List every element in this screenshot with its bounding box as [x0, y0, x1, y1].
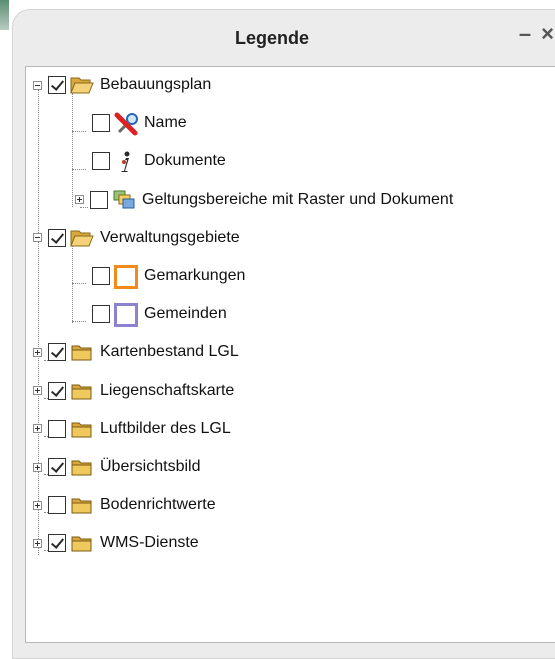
layer-checkbox[interactable]	[92, 114, 110, 133]
layer-checkbox[interactable]	[48, 458, 66, 476]
tree-node-geltungsbereiche[interactable]: Geltungsbereiche mit Raster und Dokument	[75, 188, 453, 212]
expand-toggle-icon[interactable]	[33, 500, 42, 510]
tree-node-label[interactable]: Kartenbestand LGL	[100, 343, 239, 361]
expand-toggle-icon[interactable]	[33, 347, 42, 357]
collapse-toggle-icon[interactable]	[33, 80, 42, 90]
tree-node-label[interactable]: Name	[144, 114, 187, 132]
minimize-icon[interactable]: –	[519, 23, 531, 45]
layer-checkbox[interactable]	[92, 152, 110, 171]
expand-toggle-icon[interactable]	[33, 538, 42, 548]
tree-node-luftbilder[interactable]: Luftbilder des LGL	[33, 417, 231, 441]
tree-node-gemarkungen[interactable]: Gemarkungen	[67, 264, 245, 289]
left-edge-strip	[0, 0, 12, 647]
folder-icon	[70, 418, 94, 440]
expand-toggle-icon[interactable]	[33, 424, 42, 434]
legend-tree: Bebauungsplan Name Dokumente Geltungsbereic…	[25, 66, 555, 643]
folder-icon	[70, 380, 94, 402]
window-controls: – ×	[519, 23, 554, 45]
tree-connector	[38, 85, 39, 555]
layer-checkbox[interactable]	[48, 76, 66, 94]
tree-node-bodenrichtwerte[interactable]: Bodenrichtwerte	[33, 493, 216, 517]
tree-node-label[interactable]: Dokumente	[144, 152, 226, 170]
panel-title: Legende	[234, 27, 309, 48]
tree-node-label[interactable]: Gemeinden	[144, 305, 227, 323]
folder-icon	[70, 456, 94, 478]
folder-icon	[70, 532, 94, 554]
layer-checkbox[interactable]	[48, 496, 66, 515]
tree-node-label[interactable]: Bodenrichtwerte	[100, 496, 216, 514]
tree-node-wms-dienste[interactable]: WMS-Dienste	[33, 531, 199, 555]
layer-checkbox[interactable]	[48, 343, 66, 362]
layer-checkbox[interactable]	[48, 228, 66, 247]
panel-header[interactable]: Legende – ×	[13, 10, 555, 66]
info-icon	[114, 150, 138, 173]
layer-checkbox[interactable]	[48, 381, 66, 400]
pin-search-icon	[114, 112, 138, 136]
tree-node-verwaltungsgebiete[interactable]: Verwaltungsgebiete	[33, 226, 240, 250]
tree-node-liegenschaftskarte[interactable]: Liegenschaftskarte	[33, 379, 234, 403]
collapse-toggle-icon[interactable]	[33, 233, 42, 243]
tree-node-uebersichtsbild[interactable]: Übersichtsbild	[33, 455, 200, 479]
tree-node-kartenbestand[interactable]: Kartenbestand LGL	[33, 340, 239, 364]
layer-checkbox[interactable]	[92, 267, 110, 285]
tree-node-label[interactable]: WMS-Dienste	[100, 534, 199, 552]
tree-node-label[interactable]: Liegenschaftskarte	[100, 382, 234, 400]
layer-checkbox[interactable]	[90, 190, 108, 209]
tree-node-label[interactable]: Luftbilder des LGL	[100, 420, 231, 438]
expand-toggle-icon[interactable]	[75, 195, 84, 205]
tree-node-label[interactable]: Gemarkungen	[144, 267, 245, 285]
folder-icon	[70, 494, 94, 516]
tree-node-name[interactable]: Name	[67, 111, 187, 136]
layer-checkbox[interactable]	[48, 534, 66, 553]
legend-panel: Legende – × Bebauungsplan Name Dokumente Ge…	[12, 9, 555, 659]
purple-square-icon	[114, 303, 138, 328]
tree-node-label[interactable]: Verwaltungsgebiete	[100, 229, 240, 247]
layer-checkbox[interactable]	[92, 305, 110, 324]
background-corner	[0, 0, 9, 30]
expand-toggle-icon[interactable]	[33, 386, 42, 396]
folder-icon	[70, 341, 94, 363]
folder-open-icon	[70, 227, 94, 249]
layer-checkbox[interactable]	[48, 419, 66, 438]
tree-node-label[interactable]: Geltungsbereiche mit Raster und Dokument	[142, 191, 453, 209]
tree-node-gemeinden[interactable]: Gemeinden	[67, 302, 227, 328]
tree-node-bebauungsplan[interactable]: Bebauungsplan	[33, 73, 211, 97]
tree-node-dokumente[interactable]: Dokumente	[67, 149, 226, 173]
close-icon[interactable]: ×	[541, 23, 554, 45]
layers-icon	[112, 189, 136, 211]
tree-node-label[interactable]: Bebauungsplan	[100, 76, 211, 94]
orange-square-icon	[114, 265, 138, 289]
tree-node-label[interactable]: Übersichtsbild	[100, 458, 200, 476]
folder-open-icon	[70, 74, 94, 96]
expand-toggle-icon[interactable]	[33, 462, 42, 472]
